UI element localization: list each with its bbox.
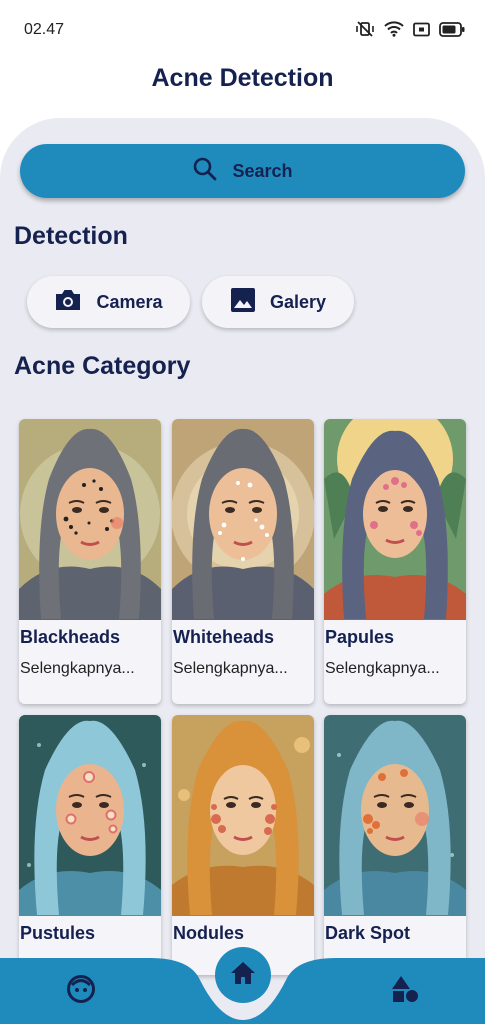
card-description: Selengkapnya... bbox=[325, 660, 440, 677]
acne-category-section-title: Acne Category bbox=[14, 352, 191, 380]
search-button[interactable]: Search bbox=[20, 144, 465, 198]
camera-icon bbox=[54, 288, 82, 317]
nav-face-button[interactable] bbox=[62, 972, 100, 1010]
nav-shapes-button[interactable] bbox=[386, 972, 424, 1010]
gallery-button[interactable]: Galery bbox=[202, 276, 354, 328]
camera-button[interactable]: Camera bbox=[27, 276, 190, 328]
pustules-illustration bbox=[19, 715, 161, 916]
nodules-illustration bbox=[172, 715, 314, 916]
card-title: Blackheads bbox=[20, 627, 121, 647]
vibrate-mute-icon bbox=[355, 20, 375, 38]
face-icon bbox=[66, 974, 96, 1009]
cast-icon bbox=[413, 22, 430, 37]
camera-label: Camera bbox=[96, 291, 163, 312]
status-time: 02.47 bbox=[24, 21, 65, 38]
category-card-papules[interactable]: Papules Selengkapnya... bbox=[324, 419, 466, 704]
page-title: Acne Detection bbox=[151, 64, 334, 92]
whiteheads-illustration bbox=[172, 419, 314, 620]
category-card-whiteheads[interactable]: Whiteheads Selengkapnya... bbox=[172, 419, 314, 704]
card-description: Selengkapnya... bbox=[173, 660, 288, 677]
home-icon bbox=[229, 960, 257, 991]
status-icons bbox=[355, 20, 465, 38]
card-description: Selengkapnya... bbox=[20, 660, 135, 677]
category-card-dark-spot[interactable]: Dark Spot bbox=[324, 715, 466, 975]
card-title: Papules bbox=[325, 627, 395, 647]
blackheads-illustration bbox=[19, 419, 161, 620]
detection-section-title: Detection bbox=[14, 222, 128, 250]
search-icon bbox=[192, 156, 218, 187]
battery-icon bbox=[439, 21, 465, 37]
image-icon bbox=[230, 287, 256, 318]
wifi-icon bbox=[384, 21, 404, 37]
category-card-pustules[interactable]: Pustules bbox=[19, 715, 161, 975]
search-label: Search bbox=[232, 160, 293, 181]
status-bar: 02.47 bbox=[0, 0, 485, 58]
nav-home-button[interactable] bbox=[215, 947, 271, 1003]
shapes-icon bbox=[390, 974, 420, 1009]
gallery-label: Galery bbox=[269, 291, 327, 312]
category-card-blackheads[interactable]: Blackheads Selengkapnya... bbox=[19, 419, 161, 704]
category-card-nodules[interactable]: Nodules bbox=[172, 715, 314, 975]
card-title: Whiteheads bbox=[173, 627, 275, 647]
papules-illustration bbox=[324, 419, 466, 620]
dark-spot-illustration bbox=[324, 715, 466, 916]
